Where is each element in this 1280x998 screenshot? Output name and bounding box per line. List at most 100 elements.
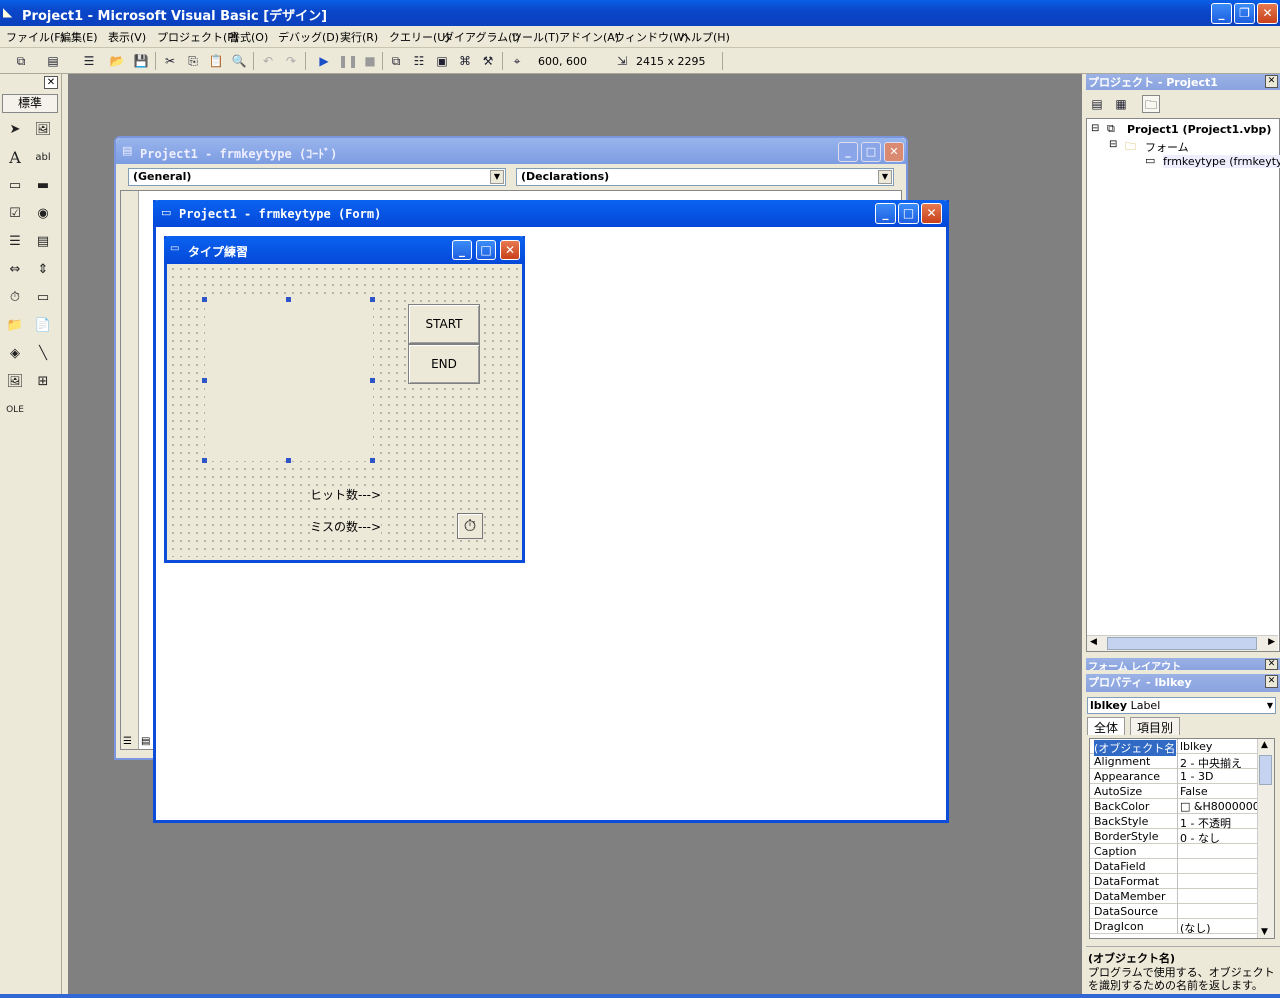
forms-folder-node[interactable]: フォーム: [1145, 139, 1189, 155]
ole-tool-icon[interactable]: OLE: [4, 399, 26, 421]
form-node[interactable]: frmkeytype (frmkeytype: [1163, 155, 1280, 168]
vscrollbar-tool-icon[interactable]: ⇕: [32, 259, 54, 281]
project-explorer-icon[interactable]: ⧉: [387, 52, 405, 70]
menu-file[interactable]: ファイル(F): [6, 29, 65, 45]
menu-edit[interactable]: 編集(E): [60, 29, 98, 45]
design-form-maximize-button[interactable]: □: [476, 240, 496, 260]
scroll-thumb[interactable]: [1107, 637, 1257, 650]
resize-handle[interactable]: [370, 458, 375, 463]
menu-project[interactable]: プロジェクト(P): [157, 29, 238, 45]
checkbox-tool-icon[interactable]: ☑: [4, 203, 26, 225]
pointer-icon[interactable]: ➤: [4, 119, 26, 141]
frame-tool-icon[interactable]: ▭: [4, 175, 26, 197]
close-button[interactable]: ✕: [1257, 3, 1278, 24]
resize-handle[interactable]: [370, 378, 375, 383]
property-row[interactable]: DataMember: [1090, 889, 1258, 904]
properties-window-icon[interactable]: ☷: [410, 52, 428, 70]
add-form-icon[interactable]: ▤: [44, 52, 62, 70]
add-project-icon[interactable]: ⧉: [12, 52, 30, 70]
collapse-icon[interactable]: ⊟: [1091, 123, 1099, 134]
menu-tools[interactable]: ツール(T): [511, 29, 559, 45]
code-close-button[interactable]: ✕: [884, 142, 904, 162]
label-tool-icon[interactable]: A: [4, 147, 26, 169]
procedure-combo[interactable]: (Declarations) ▼: [516, 168, 894, 186]
redo-icon[interactable]: ↷: [282, 52, 300, 70]
timer-control-icon[interactable]: ⏱: [457, 513, 483, 539]
menu-debug[interactable]: デバッグ(D): [278, 29, 339, 45]
toolbox-icon[interactable]: ⚒: [479, 52, 497, 70]
property-row[interactable]: BackColor □ &H8000000F: [1090, 799, 1258, 814]
view-object-icon[interactable]: ▦: [1112, 95, 1130, 113]
property-value[interactable]: lblkey: [1180, 740, 1258, 753]
property-row[interactable]: DataSource: [1090, 904, 1258, 919]
toolbox-tab-general[interactable]: 標準: [2, 94, 58, 113]
project-hscrollbar[interactable]: ◀ ▶: [1087, 635, 1278, 651]
object-combo[interactable]: (General) ▼: [128, 168, 506, 186]
hscrollbar-tool-icon[interactable]: ⇔: [4, 259, 26, 281]
menu-view[interactable]: 表示(V): [108, 29, 146, 45]
toolbox-close-button[interactable]: ✕: [44, 76, 58, 89]
timer-tool-icon[interactable]: ⏱: [4, 287, 26, 309]
property-row[interactable]: Caption: [1090, 844, 1258, 859]
textbox-tool-icon[interactable]: abl: [32, 147, 54, 169]
menu-editor-icon[interactable]: ☰: [80, 52, 98, 70]
collapse-icon[interactable]: ⊟: [1109, 139, 1117, 150]
form-minimize-button[interactable]: _: [875, 203, 896, 224]
optionbutton-tool-icon[interactable]: ◉: [32, 203, 54, 225]
scroll-thumb[interactable]: [1259, 755, 1272, 785]
end-button[interactable]: END: [408, 344, 480, 384]
property-row[interactable]: Appearance 1 - 3D: [1090, 769, 1258, 784]
code-minimize-button[interactable]: _: [838, 142, 858, 162]
tab-categorized[interactable]: 項目別: [1130, 717, 1181, 735]
property-row[interactable]: (オブジェクト名) lblkey: [1090, 739, 1258, 756]
dirlistbox-tool-icon[interactable]: 📁: [4, 315, 26, 337]
resize-handle[interactable]: [202, 458, 207, 463]
object-browser-icon[interactable]: ⌘: [456, 52, 474, 70]
view-code-icon[interactable]: ▤: [1088, 95, 1106, 113]
form-layout-close-button[interactable]: ✕: [1265, 659, 1278, 670]
property-row[interactable]: Alignment 2 - 中央揃え: [1090, 754, 1258, 770]
minimize-button[interactable]: _: [1211, 3, 1232, 24]
lblkey-label[interactable]: [205, 300, 373, 461]
property-value[interactable]: (なし): [1180, 920, 1258, 936]
resize-handle[interactable]: [202, 297, 207, 302]
object-selector[interactable]: lblkey Label ▼: [1087, 697, 1276, 714]
property-row[interactable]: AutoSize False: [1090, 784, 1258, 799]
scroll-up-icon[interactable]: ▲: [1261, 740, 1268, 750]
listbox-tool-icon[interactable]: ▤: [32, 231, 54, 253]
save-icon[interactable]: 💾: [132, 52, 150, 70]
picturebox-icon[interactable]: 🖼: [32, 119, 54, 141]
resize-handle[interactable]: [286, 297, 291, 302]
property-value[interactable]: False: [1180, 785, 1258, 798]
procedure-view-icon[interactable]: ☰: [123, 736, 132, 747]
properties-close-button[interactable]: ✕: [1265, 675, 1278, 688]
resize-handle[interactable]: [370, 297, 375, 302]
shape-tool-icon[interactable]: ◈: [4, 343, 26, 365]
property-row[interactable]: DragIcon (なし): [1090, 919, 1258, 936]
restore-button[interactable]: ❐: [1234, 3, 1255, 24]
start-button[interactable]: START: [408, 304, 480, 344]
full-module-view-icon[interactable]: ▤: [141, 736, 150, 747]
filelistbox-tool-icon[interactable]: 📄: [32, 315, 54, 337]
project-panel-close-button[interactable]: ✕: [1265, 75, 1278, 88]
scroll-down-icon[interactable]: ▼: [1261, 927, 1268, 937]
property-row[interactable]: BackStyle 1 - 不透明: [1090, 814, 1258, 830]
find-icon[interactable]: 🔍: [230, 52, 248, 70]
design-form-close-button[interactable]: ✕: [500, 240, 520, 260]
line-tool-icon[interactable]: ╲: [32, 343, 54, 365]
resize-handle[interactable]: [202, 378, 207, 383]
property-value[interactable]: 1 - 3D: [1180, 770, 1258, 783]
paste-icon[interactable]: 📋: [207, 52, 225, 70]
combobox-tool-icon[interactable]: ☰: [4, 231, 26, 253]
start-icon[interactable]: ▶: [315, 52, 333, 70]
menu-help[interactable]: ヘルプ(H): [680, 29, 730, 45]
form-layout-icon[interactable]: ▣: [433, 52, 451, 70]
design-form-minimize-button[interactable]: _: [452, 240, 472, 260]
scroll-left-icon[interactable]: ◀: [1090, 637, 1097, 647]
menu-diagram[interactable]: ダイアグラム(I): [443, 29, 520, 45]
form-maximize-button[interactable]: □: [898, 203, 919, 224]
property-value[interactable]: □ &H8000000F: [1180, 800, 1258, 813]
code-maximize-button[interactable]: □: [861, 142, 881, 162]
property-row[interactable]: BorderStyle 0 - なし: [1090, 829, 1258, 845]
menu-format[interactable]: 書式(O): [229, 29, 268, 45]
